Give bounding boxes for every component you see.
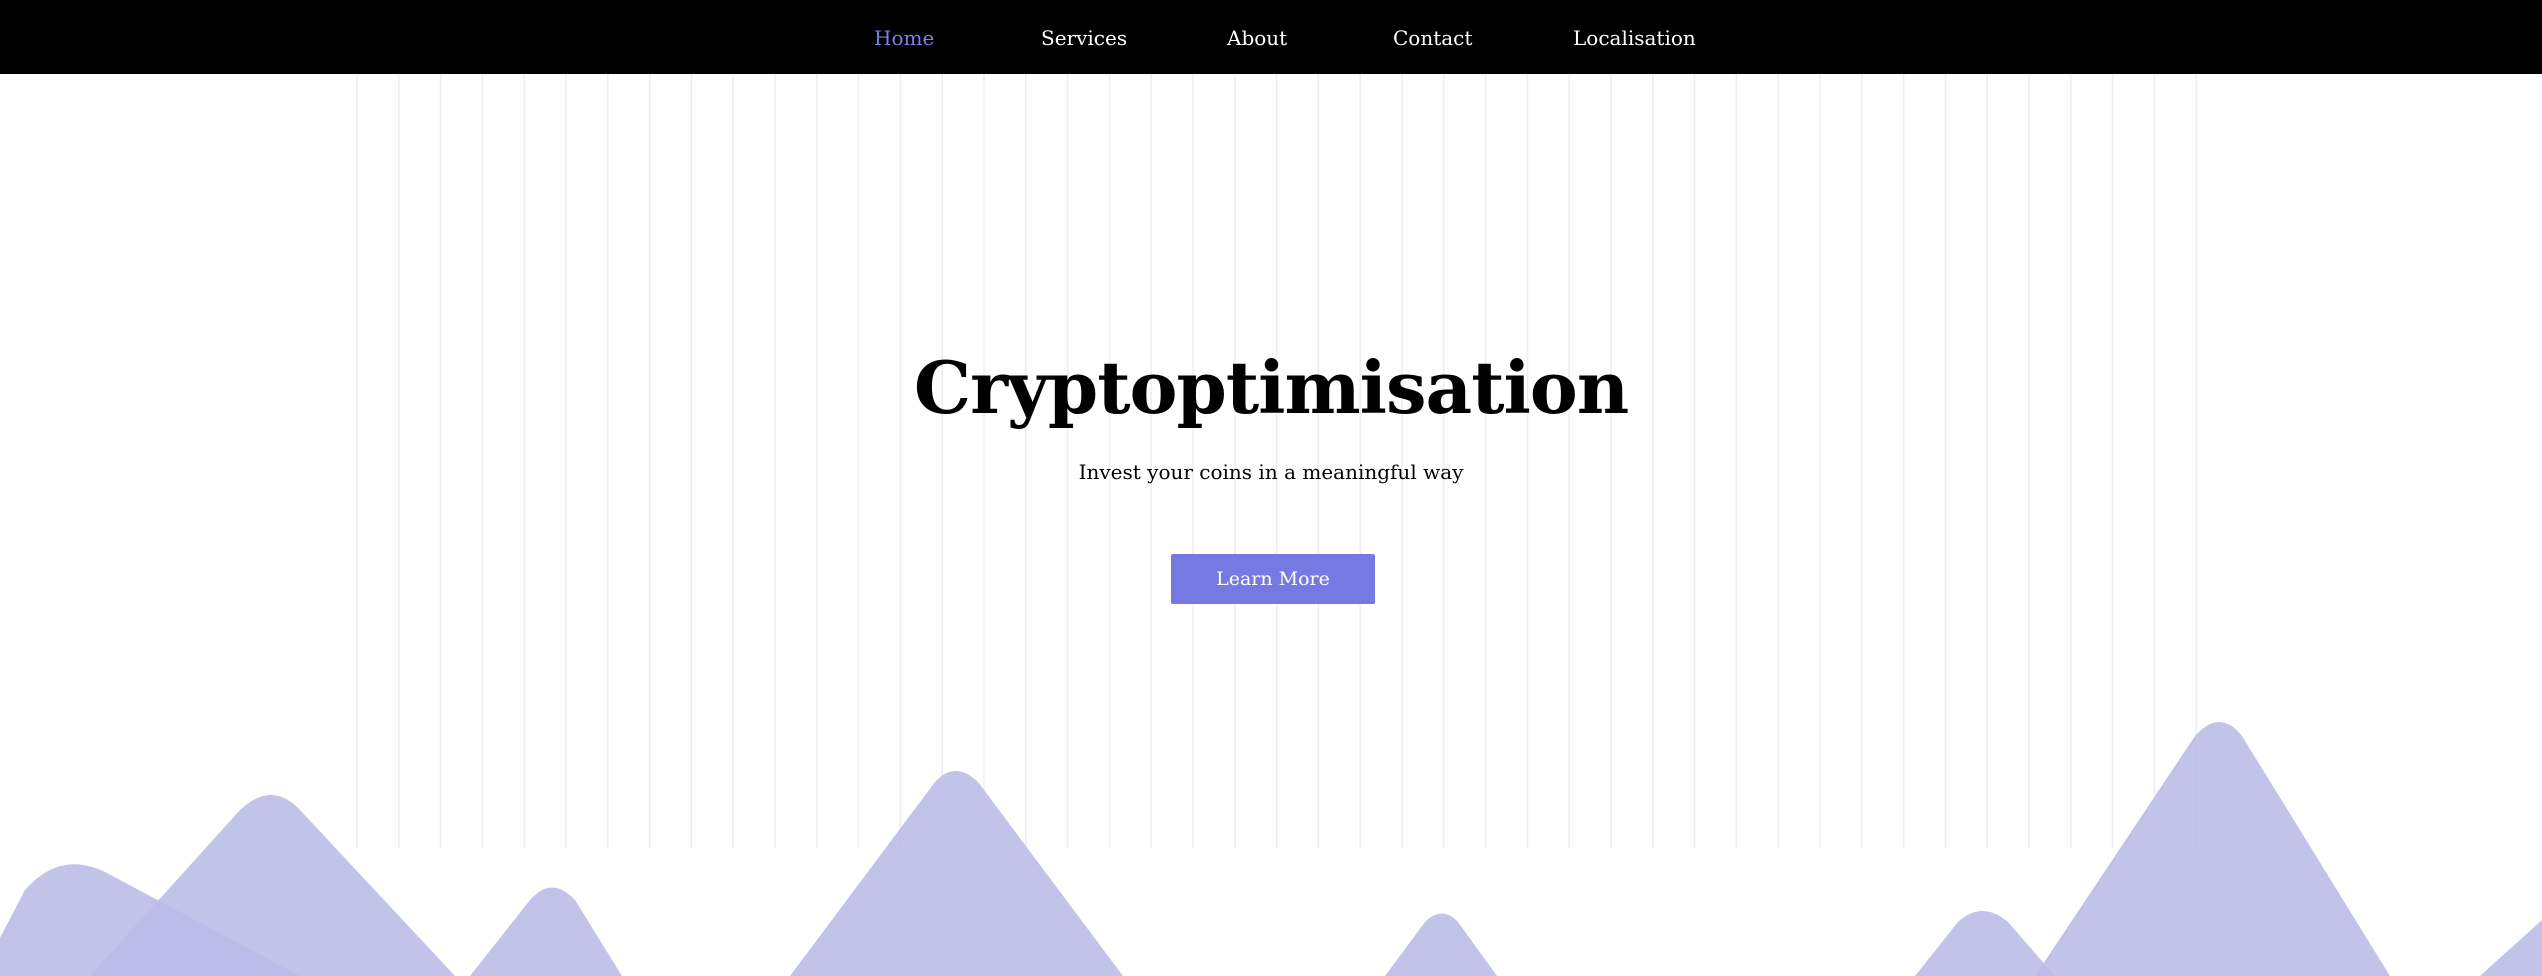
hero-section: Cryptoptimisation Invest your coins in a… [0, 0, 2542, 976]
nav-list: Home Services About Contact Localisation [0, 0, 2542, 74]
top-navbar: Home Services About Contact Localisation [0, 0, 2542, 74]
hero-subtitle: Invest your coins in a meaningful way [1078, 460, 1464, 484]
nav-link-home[interactable]: Home [874, 26, 934, 50]
nav-link-contact[interactable]: Contact [1393, 26, 1472, 50]
nav-link-localisation[interactable]: Localisation [1573, 26, 1696, 50]
nav-link-services[interactable]: Services [1041, 26, 1127, 50]
learn-more-button[interactable]: Learn More [1171, 554, 1375, 604]
nav-link-about[interactable]: About [1227, 26, 1287, 50]
page: Home Services About Contact Localisation… [0, 0, 2542, 976]
hero-title: Cryptoptimisation [913, 345, 1629, 430]
